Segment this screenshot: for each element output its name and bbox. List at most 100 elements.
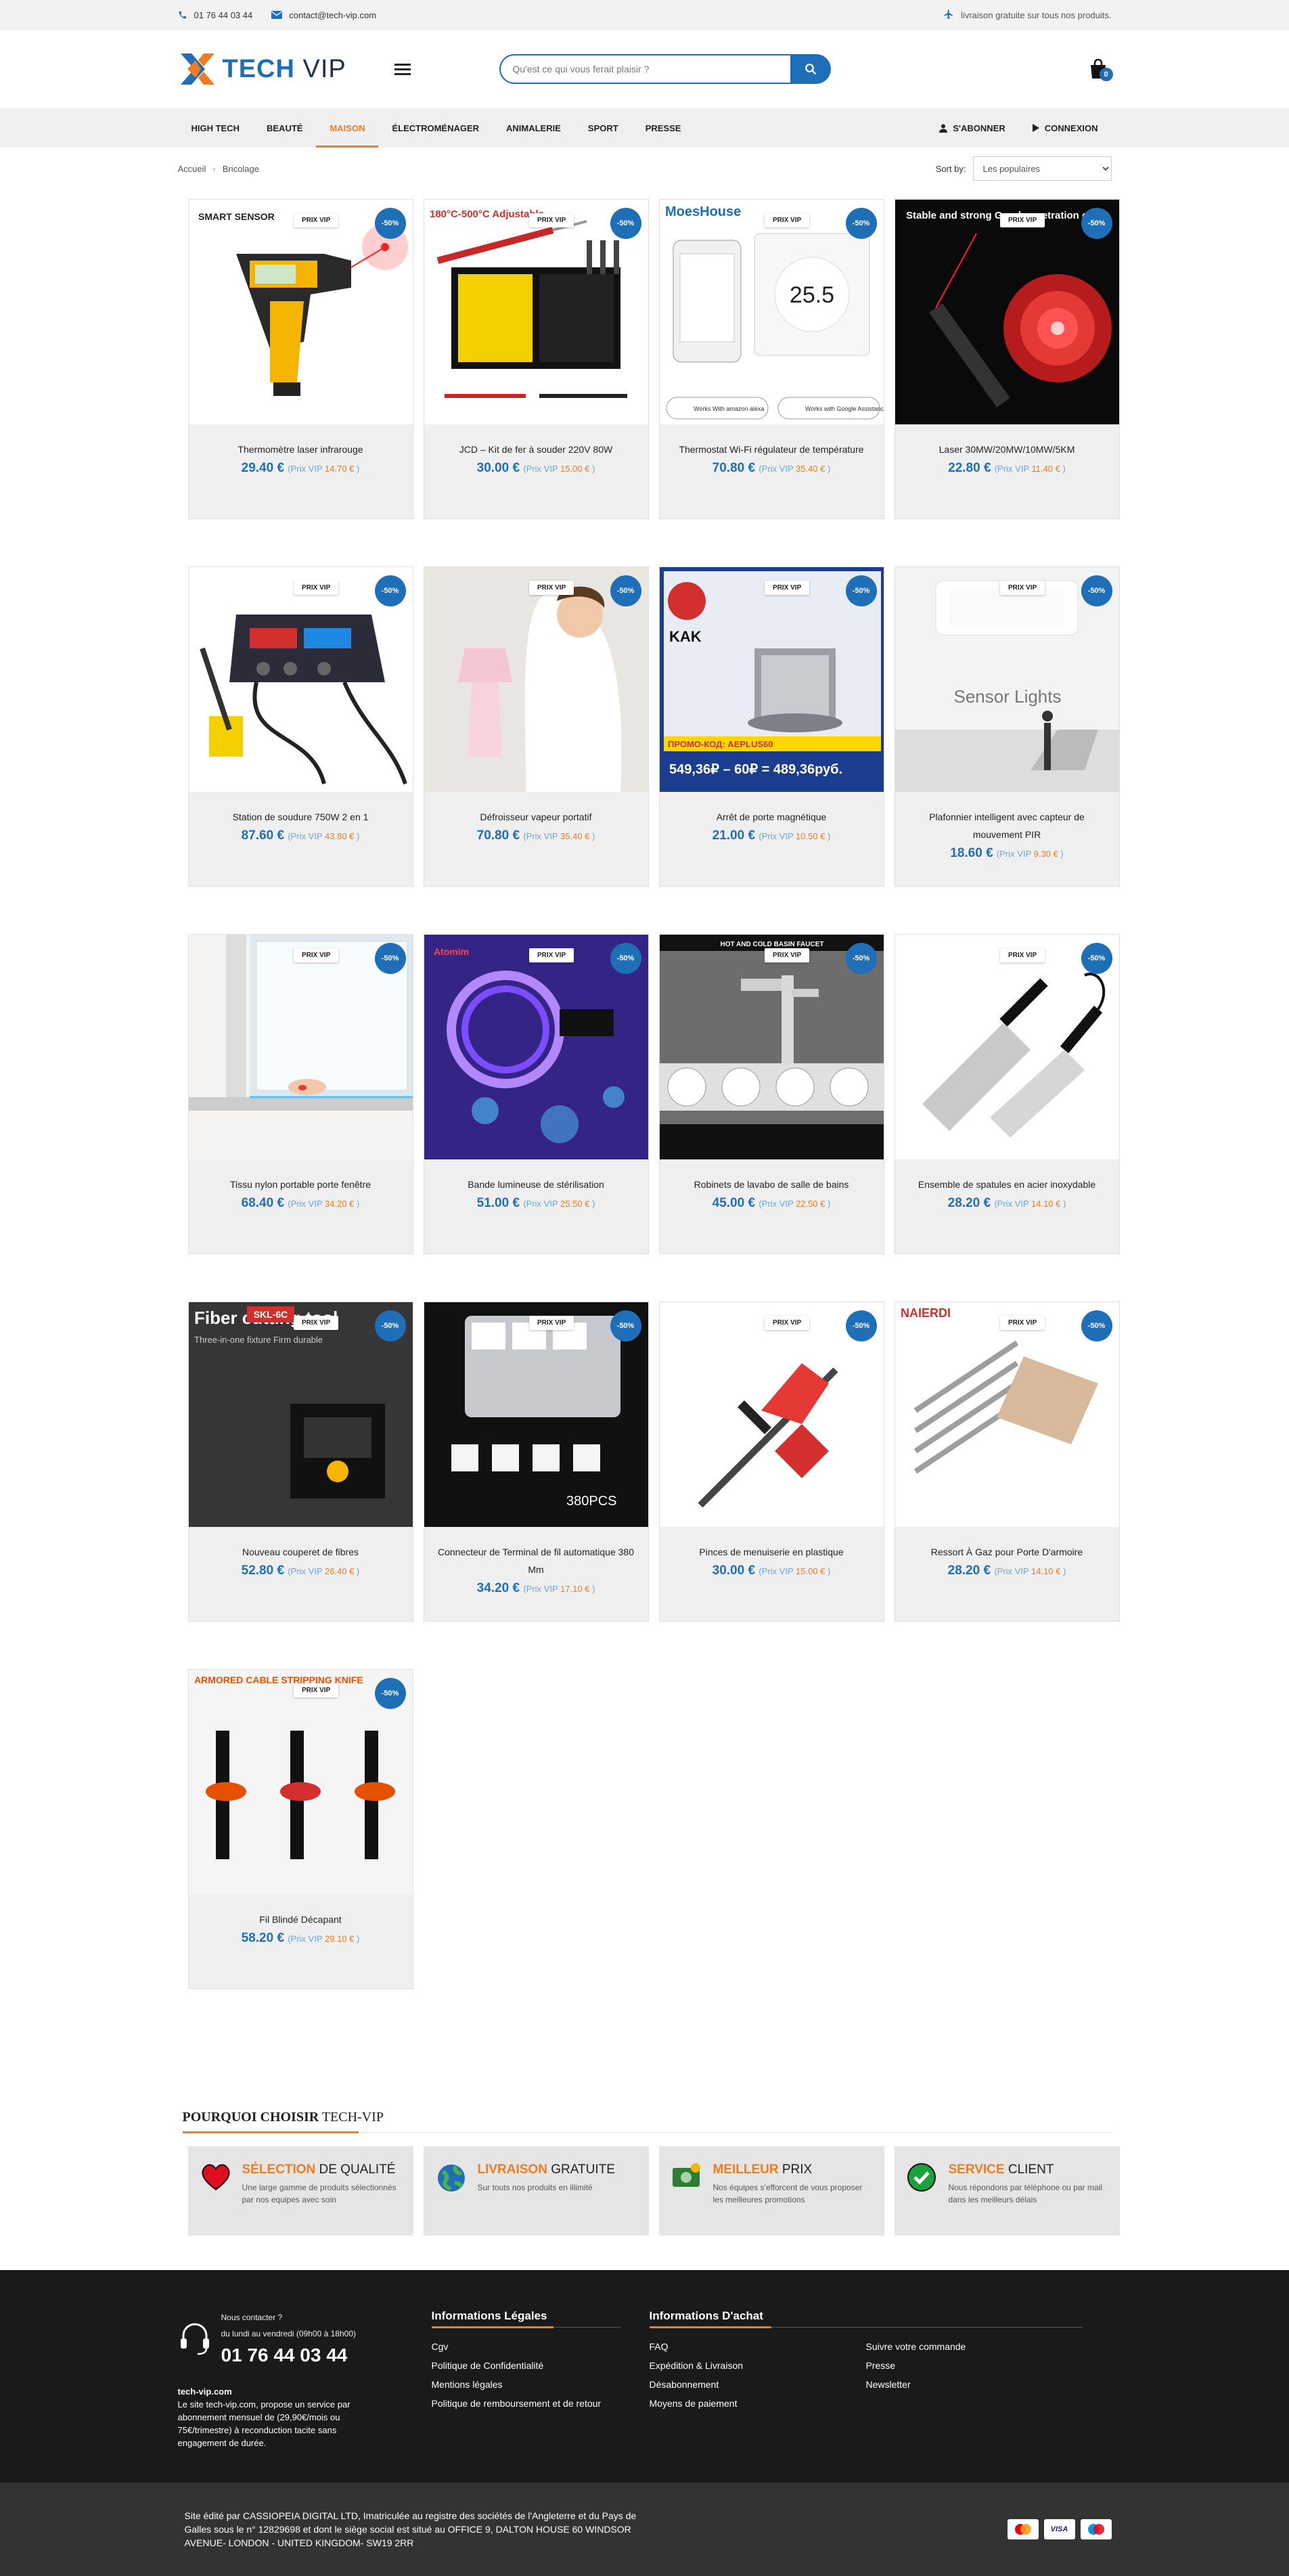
product-card[interactable]: 180°C-500°C Adjustable PRIX VIP -50% JCD… — [423, 199, 649, 519]
product-name[interactable]: Ressort À Gaz pour Porte D'armoire — [909, 1543, 1106, 1561]
nav-item-5[interactable]: Sport — [574, 108, 632, 148]
discount-badge: -50% — [845, 208, 877, 239]
product-card[interactable]: PRIX VIP -50% Pinces de menuiserie en pl… — [658, 1302, 884, 1622]
svg-text:KAK: KAK — [669, 628, 702, 645]
footer-purchase-link[interactable]: Désabonnement — [650, 2375, 866, 2394]
product-card[interactable]: ARMORED CABLE STRIPPING KNIFE PRIX VIP -… — [187, 1669, 413, 1989]
menu-burger-icon[interactable] — [394, 63, 422, 75]
topbar-email[interactable]: contact@tech-vip.com — [271, 10, 376, 20]
nav-item-3[interactable]: Électroménager — [378, 108, 493, 148]
footer-legal-link[interactable]: Mentions légales — [432, 2375, 650, 2394]
product-name[interactable]: Laser 30MW/20MW/10MW/5KM — [909, 441, 1106, 458]
footer-legal-link[interactable]: Cgv — [432, 2337, 650, 2356]
footer-purchase-link[interactable]: Moyens de paiement — [650, 2394, 866, 2413]
product-card[interactable]: NAIERDI PRIX VIP -50% Ressort À Gaz pour… — [894, 1302, 1120, 1622]
product-name[interactable]: Tissu nylon portable porte fenêtre — [202, 1176, 399, 1193]
subscribe-link[interactable]: S'abonner — [926, 108, 1019, 148]
nav-item-0[interactable]: High Tech — [178, 108, 254, 148]
product-name[interactable]: Pinces de menuiserie en plastique — [673, 1543, 870, 1561]
product-card[interactable]: PRIX VIP -50% Station de soudure 750W 2 … — [187, 567, 413, 887]
sort-select[interactable]: Les populaires — [972, 156, 1112, 181]
svg-text:Atomim: Atomim — [434, 946, 469, 957]
breadcrumb-home[interactable]: Accueil — [178, 164, 206, 174]
login-link[interactable]: Connexion — [1019, 108, 1112, 148]
product-image[interactable]: Atomim PRIX VIP -50% — [424, 935, 648, 1159]
product-card[interactable]: MoesHouse 25.5 Works With amazon alexa W… — [658, 199, 884, 519]
product-image[interactable]: 180°C-500°C Adjustable PRIX VIP -50% — [424, 200, 648, 424]
product-card[interactable]: PRIX VIP -50% Défroisseur vapeur portati… — [423, 567, 649, 887]
product-image[interactable]: Stable and strong Good penetration effec… — [895, 200, 1119, 424]
footer-purchase-link[interactable]: Newsletter — [866, 2375, 1083, 2394]
product-image[interactable]: PRIX VIP -50% — [188, 567, 413, 792]
product-name[interactable]: JCD – Kit de fer à souder 220V 80W — [438, 441, 635, 458]
maestro-icon — [1080, 2519, 1112, 2539]
product-name[interactable]: Bande lumineuse de stérilisation — [438, 1176, 635, 1193]
product-price: 87.60 € (Prix VIP 43.80 € ) — [241, 828, 360, 843]
product-card[interactable]: Fiber cutting toolSKL-6C Three-in-one fi… — [187, 1302, 413, 1622]
product-image[interactable]: Fiber cutting toolSKL-6C Three-in-one fi… — [188, 1302, 413, 1527]
product-name[interactable]: Nouveau couperet de fibres — [202, 1543, 399, 1561]
discount-badge: -50% — [845, 1310, 877, 1341]
topbar-phone[interactable]: 01 76 44 03 44 — [178, 10, 252, 20]
product-image[interactable]: HOT AND COLD BASIN FAUCET PRIX VIP -50% — [659, 935, 884, 1159]
product-name[interactable]: Thermomètre laser infrarouge — [202, 441, 399, 458]
purchase-info-column: Informations D'achat FAQ Suivre votre com… — [649, 2309, 1083, 2449]
product-card[interactable]: PRIX VIP -50% Ensemble de spatules en ac… — [894, 934, 1120, 1254]
product-card[interactable]: Sensor Lights PRIX VIP -50% Plafonnier i… — [894, 567, 1120, 887]
product-price: 18.60 € (Prix VIP 9.30 € ) — [950, 846, 1064, 860]
product-card[interactable]: KAK ПРОМО-КОД: AEPLUS60 549,36₽ – 60₽ = … — [658, 567, 884, 887]
product-card[interactable]: SMART SENSOR PRIX VIP -50% Thermomètre l… — [187, 199, 413, 519]
product-image[interactable]: PRIX VIP -50% — [424, 567, 648, 792]
shipping-text: livraison gratuite sur tous nos produits… — [960, 9, 1112, 20]
site-logo[interactable]: TECH VIP — [178, 51, 394, 87]
legal-info-title: Informations Légales — [431, 2309, 621, 2328]
vip-price: (Prix VIP 35.40 € ) — [759, 464, 831, 474]
footer-purchase-link[interactable]: Expédition & Livraison — [650, 2356, 866, 2375]
product-name[interactable]: Thermostat Wi-Fi régulateur de températu… — [673, 441, 870, 458]
footer-phone[interactable]: 01 76 44 03 44 — [221, 2345, 357, 2366]
product-image[interactable]: KAK ПРОМО-КОД: AEPLUS60 549,36₽ – 60₽ = … — [659, 567, 884, 792]
product-image[interactable]: PRIX VIP -50% — [659, 1302, 884, 1527]
product-card[interactable]: Atomim PRIX VIP -50% Bande lumineuse de … — [423, 934, 649, 1254]
product-image[interactable]: PRIX VIP -50% — [188, 935, 413, 1159]
search-input[interactable] — [499, 54, 790, 84]
discount-badge: -50% — [374, 1310, 406, 1341]
product-card[interactable]: PRIX VIP -50% Tissu nylon portable porte… — [187, 934, 413, 1254]
footer-purchase-link[interactable]: Presse — [866, 2356, 1083, 2375]
footer-purchase-link[interactable]: Suivre votre commande — [866, 2337, 1083, 2356]
product-image[interactable]: 380PCS PRIX VIP -50% — [424, 1302, 648, 1527]
nav-item-1[interactable]: Beauté — [253, 108, 316, 148]
why-card-title: SÉLECTION DE QUALITÉ — [242, 2162, 396, 2177]
product-name[interactable]: Défroisseur vapeur portatif — [438, 808, 635, 826]
product-image[interactable]: MoesHouse 25.5 Works With amazon alexa W… — [659, 200, 884, 424]
product-image[interactable]: ARMORED CABLE STRIPPING KNIFE PRIX VIP -… — [188, 1670, 413, 1894]
nav-item-4[interactable]: Animalerie — [493, 108, 574, 148]
nav-item-6[interactable]: Presse — [632, 108, 695, 148]
why-card-desc: Sur touts nos produits en illimité — [477, 2183, 593, 2192]
vip-badge: PRIX VIP — [529, 1316, 574, 1330]
product-card[interactable]: 380PCS PRIX VIP -50% Connecteur de Termi… — [423, 1302, 649, 1622]
product-image[interactable]: PRIX VIP -50% — [895, 935, 1119, 1159]
product-name[interactable]: Station de soudure 750W 2 en 1 — [202, 808, 399, 826]
footer-legal-link[interactable]: Politique de Confidentialité — [432, 2356, 650, 2375]
product-name[interactable]: Ensemble de spatules en acier inoxydable — [909, 1176, 1106, 1193]
product-name[interactable]: Connecteur de Terminal de fil automatiqu… — [438, 1543, 635, 1578]
product-name[interactable]: Fil Blindé Décapant — [202, 1911, 399, 1928]
search-button[interactable] — [790, 54, 831, 84]
product-name[interactable]: Plafonnier intelligent avec capteur de m… — [909, 808, 1106, 843]
footer-legal-link[interactable]: Politique de remboursement et de retour — [432, 2394, 650, 2413]
product-name[interactable]: Robinets de lavabo de salle de bains — [673, 1176, 870, 1193]
nav-item-2[interactable]: Maison — [316, 108, 379, 148]
product-card[interactable]: Stable and strong Good penetration effec… — [894, 199, 1120, 519]
product-card[interactable]: HOT AND COLD BASIN FAUCET PRIX VIP -50% … — [658, 934, 884, 1254]
footer-purchase-link[interactable]: FAQ — [650, 2337, 866, 2356]
contact-label: Nous contacter ? — [221, 2313, 283, 2322]
svg-text:ПРОМО-КОД: AEPLUS60: ПРОМО-КОД: AEPLUS60 — [668, 739, 773, 749]
product-price: 70.80 € (Prix VIP 35.40 € ) — [712, 461, 831, 475]
product-image[interactable]: SMART SENSOR PRIX VIP -50% — [188, 200, 413, 424]
product-image[interactable]: NAIERDI PRIX VIP -50% — [895, 1302, 1119, 1527]
cart-button[interactable]: 0 — [1085, 55, 1113, 83]
product-image[interactable]: Sensor Lights PRIX VIP -50% — [895, 567, 1119, 792]
product-name[interactable]: Arrêt de porte magnétique — [673, 808, 870, 826]
vip-price: (Prix VIP 35.40 € ) — [523, 831, 595, 841]
